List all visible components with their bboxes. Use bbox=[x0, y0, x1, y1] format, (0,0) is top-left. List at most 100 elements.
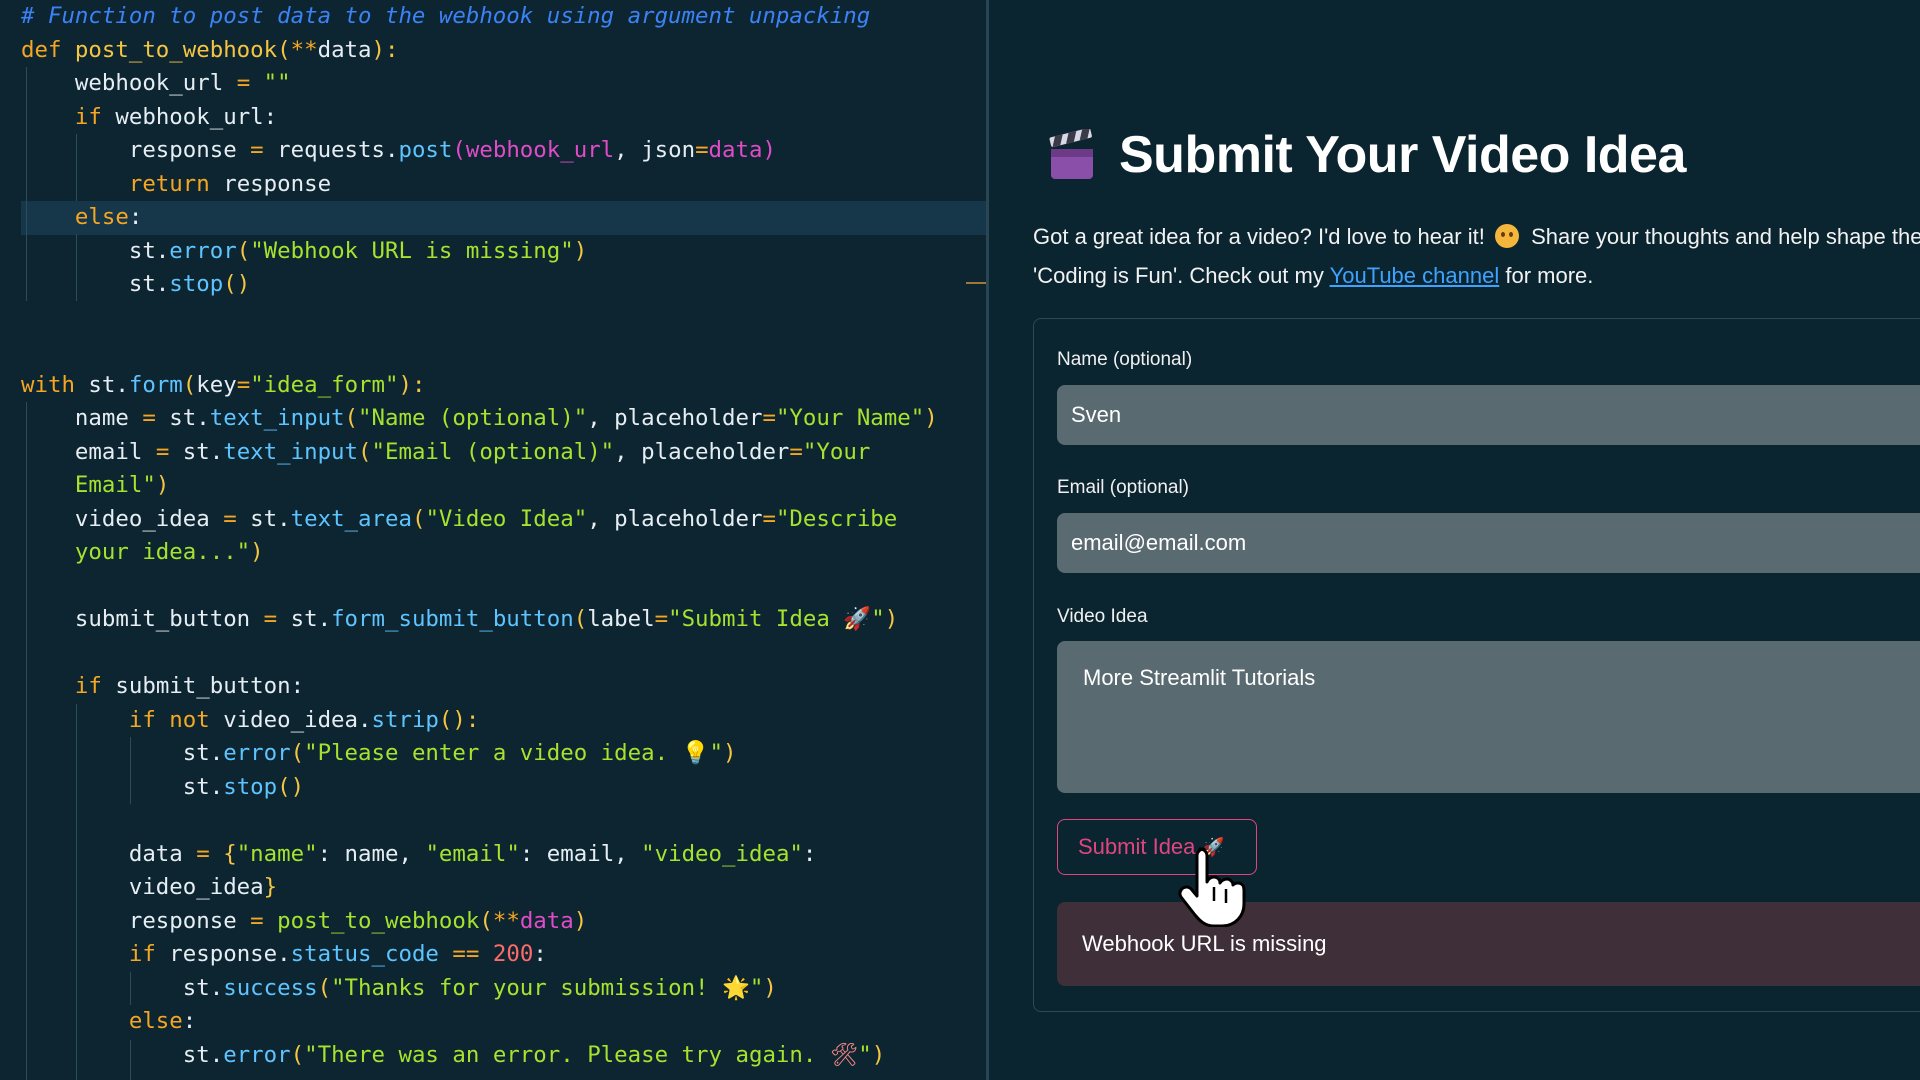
code-token: error bbox=[169, 237, 237, 264]
code-line: response = post_to_webhook(**data) bbox=[21, 905, 981, 939]
video-idea-textarea[interactable]: More Streamlit Tutorials bbox=[1057, 641, 1920, 793]
code-token: , placeholder bbox=[587, 505, 763, 532]
code-token: } bbox=[263, 874, 278, 900]
code-token: "Webhook URL is missing" bbox=[250, 237, 574, 264]
page-header: Submit Your Video Idea bbox=[1047, 125, 1686, 185]
code-token: text_input bbox=[223, 438, 359, 465]
code-token: label bbox=[587, 606, 655, 632]
code-token: ) bbox=[155, 472, 170, 498]
code-token: ( bbox=[573, 606, 588, 632]
code-line: if webhook_url: bbox=[21, 101, 981, 135]
code-token: # Function to post data to the webhook u… bbox=[21, 3, 871, 29]
code-token: ) bbox=[250, 539, 264, 565]
code-token: : bbox=[533, 941, 547, 967]
scroll-marker bbox=[966, 282, 986, 284]
code-token: "idea_form" bbox=[250, 371, 399, 398]
code-line: submit_button = st.form_submit_button(la… bbox=[21, 603, 981, 637]
code-line: def post_to_webhook(**data): bbox=[21, 34, 981, 68]
code-token: = bbox=[695, 137, 709, 163]
name-input[interactable]: Sven bbox=[1057, 385, 1920, 445]
code-token: "Describe bbox=[775, 505, 898, 532]
code-token: ( bbox=[182, 371, 197, 398]
code-token: video_idea. bbox=[223, 706, 372, 733]
code-token: error bbox=[223, 1041, 291, 1068]
code-token: error bbox=[223, 740, 291, 766]
code-token: "There was an error. Please try again. bbox=[304, 1041, 830, 1068]
code-token: form_submit_button bbox=[331, 606, 574, 632]
code-line: video_idea} bbox=[21, 871, 981, 905]
code-token: = bbox=[196, 840, 210, 867]
streamlit-app-pane: Submit Your Video Idea Got a great idea … bbox=[989, 0, 1920, 1080]
code-token: st. bbox=[88, 371, 129, 398]
code-token: st. bbox=[21, 237, 170, 264]
code-token: stop bbox=[169, 271, 224, 297]
code-token: ): bbox=[371, 36, 399, 63]
code-token: ) bbox=[871, 1041, 886, 1068]
code-token: : bbox=[802, 840, 817, 867]
code-token: == bbox=[452, 941, 480, 967]
intro-text-part: Share your thoughts and help shape the bbox=[1531, 224, 1920, 249]
email-input[interactable]: email@email.com bbox=[1057, 513, 1920, 573]
code-token: ) bbox=[763, 974, 777, 1001]
code-token: webhook_url: bbox=[115, 103, 278, 130]
code-line: name = st.text_input("Name (optional)", … bbox=[21, 402, 981, 436]
code-token: if bbox=[128, 941, 170, 967]
code-editor[interactable]: # Function to post data to the webhook u… bbox=[0, 0, 986, 1080]
code-token: st. bbox=[21, 773, 224, 800]
code-line: st.stop() bbox=[21, 771, 981, 805]
code-token: response. bbox=[169, 941, 291, 967]
code-token: with bbox=[21, 371, 89, 398]
code-line: else: bbox=[21, 201, 981, 235]
code-token: "Your bbox=[802, 438, 871, 465]
code-token: key bbox=[196, 371, 237, 398]
code-token: ( bbox=[411, 505, 426, 532]
code-token: response bbox=[21, 907, 251, 934]
code-token: if not bbox=[128, 706, 224, 733]
code-token: ) bbox=[884, 606, 899, 632]
code-token: " bbox=[749, 974, 764, 1001]
code-token: = bbox=[762, 405, 776, 431]
code-token: ( bbox=[317, 974, 332, 1001]
code-token: status_code bbox=[290, 941, 439, 967]
code-token: Email" bbox=[74, 472, 156, 498]
code-token: ** bbox=[492, 907, 520, 934]
code-line: video_idea = st.text_area("Video Idea", … bbox=[21, 503, 981, 537]
code-token: 💡 bbox=[681, 740, 710, 766]
code-token: st. bbox=[277, 606, 332, 632]
code-line: else: bbox=[21, 1005, 981, 1039]
code-token: st. bbox=[21, 271, 170, 297]
code-token: ( bbox=[358, 438, 372, 465]
code-line: # Function to post data to the webhook u… bbox=[21, 0, 981, 34]
code-token: video_idea bbox=[21, 874, 264, 900]
intro-text: Got a great idea for a video? I'd love t… bbox=[1033, 217, 1920, 295]
code-token: st. bbox=[155, 405, 210, 431]
error-message: Webhook URL is missing bbox=[1082, 931, 1327, 956]
code-line: return response bbox=[21, 168, 981, 202]
code-token: ( bbox=[479, 907, 493, 934]
code-line: st.error("Webhook URL is missing") bbox=[21, 235, 981, 269]
code-token: ** bbox=[290, 36, 318, 63]
code-token: submit_button bbox=[21, 606, 264, 632]
code-token: = bbox=[263, 606, 278, 632]
code-token: = bbox=[223, 505, 237, 532]
code-token: return bbox=[128, 170, 224, 197]
code-token: , placeholder bbox=[614, 438, 790, 465]
code-line: if submit_button: bbox=[21, 670, 981, 704]
code-token: st. bbox=[21, 974, 224, 1001]
code-line: response = requests.post(webhook_url, js… bbox=[21, 134, 981, 168]
code-token: "video_idea" bbox=[641, 840, 803, 867]
code-token: = bbox=[142, 405, 156, 431]
youtube-channel-link[interactable]: YouTube channel bbox=[1330, 263, 1500, 288]
code-token: "Submit Idea bbox=[668, 606, 844, 632]
code-token: { bbox=[223, 840, 237, 867]
code-line: with st.form(key="idea_form"): bbox=[21, 369, 981, 403]
